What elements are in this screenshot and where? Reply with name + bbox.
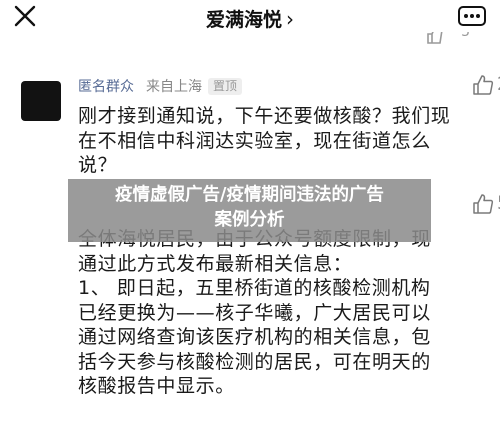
comment-body: 刚才接到通知说，下午还要做核酸？我们现 在不相信中科润达实验室，现在街道怎么 说…	[78, 104, 498, 178]
chevron-right-icon[interactable]: ›	[286, 7, 294, 31]
watermark-banner: 疫情虚假广告/疫情期间违法的广告 案例分析	[68, 179, 431, 242]
comment-meta: 匿名群众 来自上海 置顶	[78, 76, 243, 96]
previous-comment-fragment: 5	[0, 32, 500, 50]
avatar[interactable]	[21, 81, 61, 121]
thumb-up-icon[interactable]	[472, 74, 494, 96]
banner-line: 案例分析	[214, 210, 285, 230]
top-nav-bar: 爱满海悦 ›	[0, 0, 500, 32]
nav-title[interactable]: 爱满海悦 ›	[0, 5, 500, 32]
banner-text: 疫情虚假广告/疫情期间违法的广告 案例分析	[68, 183, 431, 233]
comment-line: 说？	[78, 154, 118, 176]
comment-location: 来自上海	[146, 79, 202, 95]
comment-line: 已经更换为——核子华曦，广大居民可以	[78, 301, 431, 324]
comment-line: 在不相信中科润达实验室，现在街道怎么	[78, 129, 431, 152]
comment-line: 1、 即日起，五里桥街道的核酸检测机构	[78, 277, 431, 299]
comment-body: 全体海悦居民，由于公众号额度限制，现 通过此方式发布最新相关信息： 1、 即日起…	[78, 227, 498, 399]
comment-author[interactable]: 匿名群众	[78, 79, 134, 95]
comment-line: 括今天参与核酸检测的居民，可在明天的	[78, 350, 431, 373]
pinned-badge: 置顶	[208, 78, 243, 95]
previous-comment-text	[14, 32, 74, 40]
comment-line: 通过此方式发布最新相关信息：	[78, 252, 353, 275]
comment-line: 通过网络查询该医疗机构的相关信息，包	[78, 326, 431, 348]
more-icon[interactable]	[458, 4, 486, 28]
like-count: 5	[461, 32, 470, 40]
nav-title-text[interactable]: 爱满海悦	[206, 9, 282, 31]
banner-line: 疫情虚假广告/疫情期间违法的广告	[115, 185, 384, 205]
thumb-up-icon[interactable]	[472, 193, 494, 215]
comment-line: 刚才接到通知说，下午还要做核酸？我们现	[78, 105, 451, 127]
comment-line: 核酸报告中显示。	[78, 375, 235, 397]
thumb-up-icon[interactable]	[426, 32, 444, 44]
